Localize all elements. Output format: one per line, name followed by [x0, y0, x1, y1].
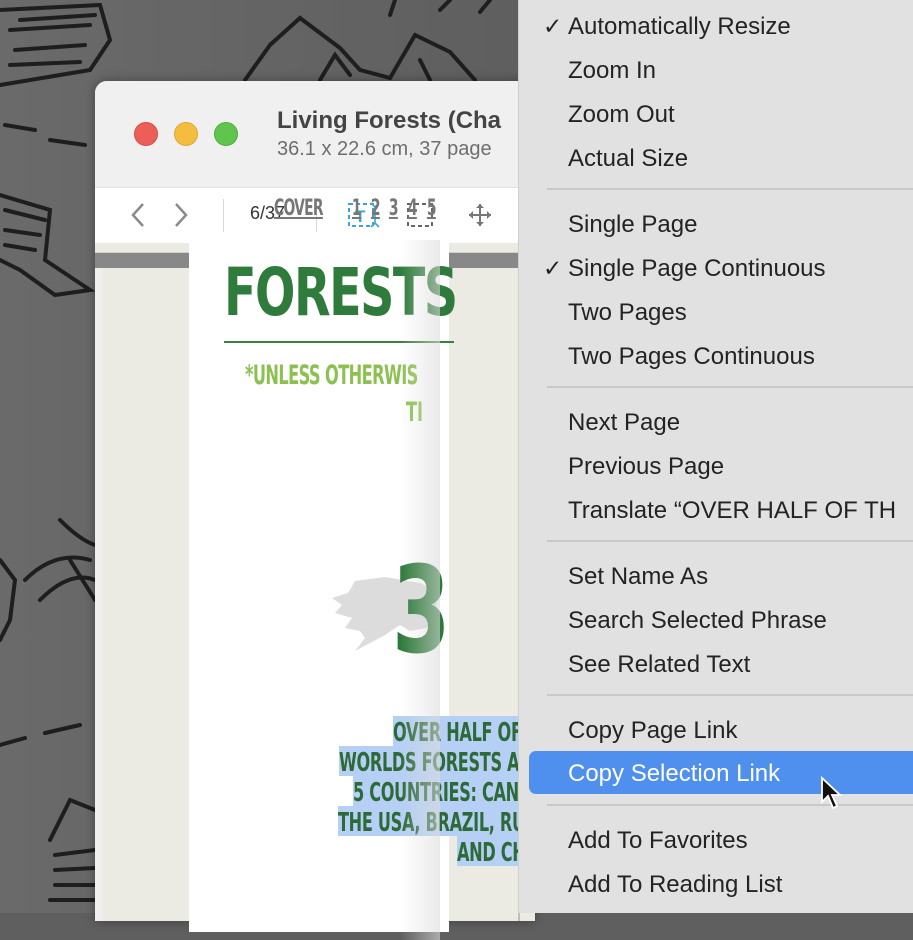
- window-subtitle: 36.1 x 22.6 cm, 37 page: [277, 138, 492, 160]
- nav-link-cover[interactable]: COVER: [274, 196, 324, 221]
- checkmark-icon: ✓: [543, 13, 563, 39]
- maximize-button[interactable]: [214, 122, 238, 146]
- menu-item-automatically-resize[interactable]: ✓ Automatically Resize: [529, 4, 913, 46]
- menu-item-two-pages[interactable]: Two Pages: [529, 290, 913, 332]
- menu-item-copy-selection-link[interactable]: Copy Selection Link: [529, 751, 913, 794]
- title-bar: Living Forests (Cha 36.1 x 22.6 cm, 37 p…: [95, 81, 535, 187]
- menu-item-zoom-in[interactable]: Zoom In: [529, 48, 913, 90]
- move-icon: [469, 204, 491, 226]
- menu-separator: [547, 188, 913, 190]
- context-menu: ✓ Automatically Resize Zoom In Zoom Out A…: [518, 0, 913, 913]
- menu-separator: [547, 386, 913, 388]
- previous-page-button[interactable]: [125, 198, 151, 232]
- checkmark-icon: ✓: [543, 255, 563, 281]
- menu-item-zoom-out[interactable]: Zoom Out: [529, 92, 913, 134]
- nav-link-page[interactable]: 5: [427, 196, 437, 221]
- menu-item-add-to-reading-list[interactable]: Add To Reading List: [529, 862, 913, 904]
- menu-separator: [547, 694, 913, 696]
- page-shadow: [400, 240, 440, 940]
- minimize-button[interactable]: [174, 122, 198, 146]
- document-note-line: *UNLESS OTHERWIS: [245, 360, 418, 391]
- nav-link-page[interactable]: 3: [389, 196, 399, 221]
- nav-link-page[interactable]: 4: [408, 196, 418, 221]
- document-page-nav: COVER 1 2 3 4 5: [274, 196, 444, 221]
- menu-item-see-related-text[interactable]: See Related Text: [529, 642, 913, 684]
- menu-item-next-page[interactable]: Next Page: [529, 400, 913, 442]
- menu-item-copy-page-link[interactable]: Copy Page Link: [529, 708, 913, 750]
- menu-item-single-page-continuous[interactable]: ✓ Single Page Continuous: [529, 246, 913, 288]
- menu-item-add-to-favorites[interactable]: Add To Favorites: [529, 818, 913, 860]
- menu-item-two-pages-continuous[interactable]: Two Pages Continuous: [529, 334, 913, 376]
- menu-item-actual-size[interactable]: Actual Size: [529, 136, 913, 178]
- selected-text-line[interactable]: AND CH: [457, 838, 526, 868]
- nav-link-page[interactable]: 2: [371, 196, 381, 221]
- menu-item-single-page[interactable]: Single Page: [529, 202, 913, 244]
- window-title: Living Forests (Cha: [277, 107, 502, 134]
- mouse-pointer-icon: [821, 776, 843, 810]
- menu-item-set-name-as[interactable]: Set Name As: [529, 554, 913, 596]
- move-tool-button[interactable]: [465, 198, 495, 232]
- menu-item-translate[interactable]: Translate “OVER HALF OF TH: [529, 488, 913, 530]
- menu-separator: [547, 804, 913, 806]
- menu-item-previous-page[interactable]: Previous Page: [529, 444, 913, 486]
- selected-text-line[interactable]: 5 COUNTRIES: CANA: [353, 778, 531, 808]
- menu-separator: [547, 540, 913, 542]
- next-page-button[interactable]: [168, 198, 194, 232]
- nav-link-page[interactable]: 1: [352, 196, 362, 221]
- chevron-left-icon: [131, 203, 144, 227]
- menu-item-search-selected-phrase[interactable]: Search Selected Phrase: [529, 598, 913, 640]
- chevron-right-icon: [175, 203, 188, 227]
- close-button[interactable]: [134, 122, 158, 146]
